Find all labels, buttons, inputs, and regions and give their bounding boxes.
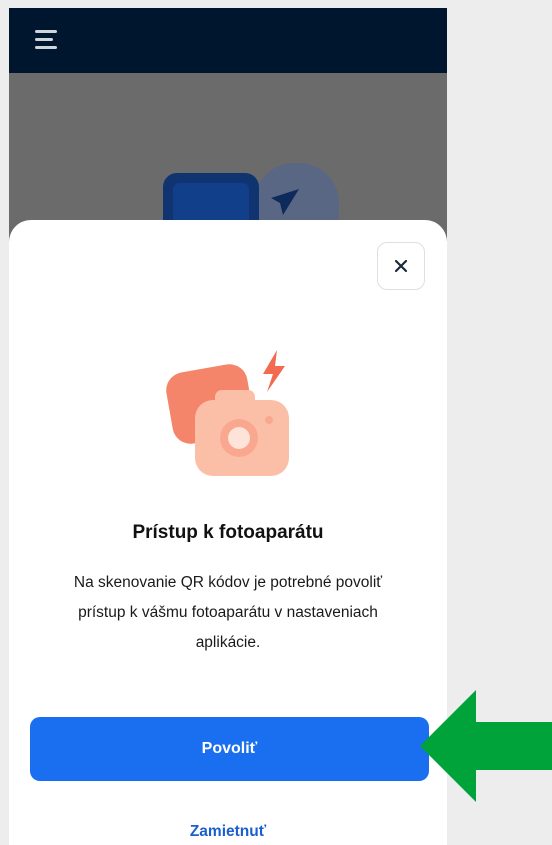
hamburger-menu-icon[interactable] [35, 30, 57, 50]
allow-button[interactable]: Povoliť [30, 717, 429, 781]
camera-illustration [166, 350, 289, 476]
close-button[interactable] [377, 242, 425, 290]
close-icon [394, 259, 408, 273]
deny-button[interactable]: Zamietnuť [9, 823, 447, 841]
green-arrow-pointer-icon [420, 690, 552, 802]
phone-screen: Prístup k fotoaparátu Na skenovanie QR k… [9, 8, 447, 845]
dialog-description: Na skenovanie QR kódov je potrebné povol… [73, 574, 383, 651]
camera-permission-dialog: Prístup k fotoaparátu Na skenovanie QR k… [9, 220, 447, 845]
top-app-bar [9, 8, 447, 73]
dialog-title: Prístup k fotoaparátu [132, 522, 324, 543]
